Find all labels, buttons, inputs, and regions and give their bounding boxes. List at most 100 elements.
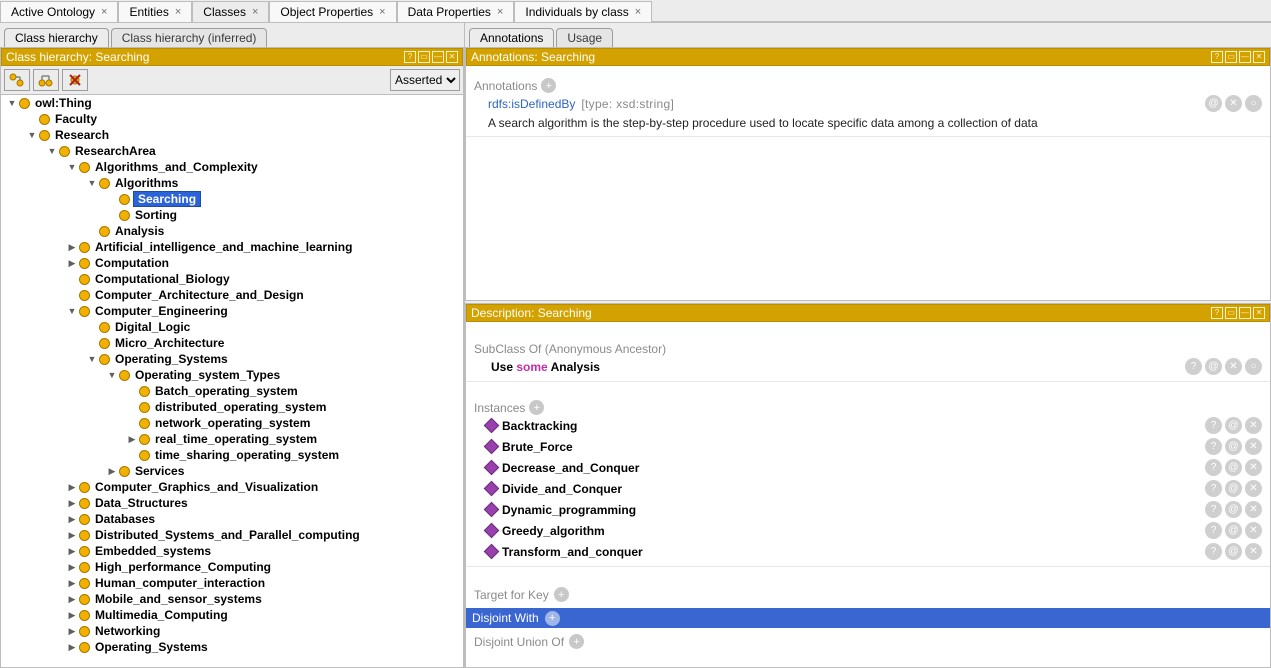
expand-arrow-icon[interactable]: ▼ <box>87 354 97 364</box>
inst-q-button[interactable]: ? <box>1205 522 1222 539</box>
add-disjoint-union-button[interactable]: + <box>569 634 584 649</box>
tree-node-algorithms-and-complexity[interactable]: ▼Algorithms_and_Complexity <box>1 159 463 175</box>
inst-x-button[interactable]: ✕ <box>1245 459 1262 476</box>
desc-panel-btn-d[interactable]: ✕ <box>1253 307 1265 319</box>
annotation-row[interactable]: rdfs:isDefinedBy [type: xsd:string] @ ✕ … <box>474 93 1262 114</box>
instance-transform_and_conquer[interactable]: Transform_and_conquer?@✕ <box>474 541 1262 562</box>
expand-arrow-icon[interactable]: ▶ <box>67 594 77 604</box>
tree-node-embedded-systems[interactable]: ▶Embedded_systems <box>1 543 463 559</box>
editor-tab-data-properties[interactable]: Data Properties× <box>397 1 515 22</box>
tree-node-services[interactable]: ▶Services <box>1 463 463 479</box>
desc-panel-btn-a[interactable]: ? <box>1211 307 1223 319</box>
inst-at-button[interactable]: @ <box>1225 417 1242 434</box>
tree-node-computational-biology[interactable]: Computational_Biology <box>1 271 463 287</box>
ann-o-button[interactable]: ○ <box>1245 95 1262 112</box>
tree-node-networking[interactable]: ▶Networking <box>1 623 463 639</box>
ann-panel-btn-b[interactable]: ▭ <box>1225 51 1237 63</box>
inst-at-button[interactable]: @ <box>1225 501 1242 518</box>
tree-node-artificial-intelligence-and-machine-learning[interactable]: ▶Artificial_intelligence_and_machine_lea… <box>1 239 463 255</box>
expr-o-button[interactable]: ○ <box>1245 358 1262 375</box>
expand-arrow-icon[interactable]: ▶ <box>67 546 77 556</box>
tree-node-high-performance-computing[interactable]: ▶High_performance_Computing <box>1 559 463 575</box>
expand-arrow-icon[interactable]: ▼ <box>67 162 77 172</box>
subtab-class-hierarchy[interactable]: Class hierarchy <box>4 28 109 47</box>
tree-node-faculty[interactable]: Faculty <box>1 111 463 127</box>
instance-greedy_algorithm[interactable]: Greedy_algorithm?@✕ <box>474 520 1262 541</box>
tree-node-databases[interactable]: ▶Databases <box>1 511 463 527</box>
add-annotation-button[interactable]: + <box>541 78 556 93</box>
expand-arrow-icon[interactable]: ▶ <box>67 498 77 508</box>
panel-button-b[interactable]: ▭ <box>418 51 430 63</box>
tree-node-algorithms[interactable]: ▼Algorithms <box>1 175 463 191</box>
expand-arrow-icon[interactable]: ▼ <box>107 370 117 380</box>
expand-arrow-icon[interactable]: ▶ <box>67 562 77 572</box>
instance-brute_force[interactable]: Brute_Force?@✕ <box>474 436 1262 457</box>
desc-panel-btn-c[interactable]: — <box>1239 307 1251 319</box>
subtab-usage[interactable]: Usage <box>556 28 613 47</box>
inst-at-button[interactable]: @ <box>1225 522 1242 539</box>
inst-at-button[interactable]: @ <box>1225 480 1242 497</box>
tree-node-computer-architecture-and-design[interactable]: Computer_Architecture_and_Design <box>1 287 463 303</box>
tree-node-researcharea[interactable]: ▼ResearchArea <box>1 143 463 159</box>
close-icon[interactable]: × <box>175 6 181 18</box>
close-icon[interactable]: × <box>635 6 641 18</box>
tree-node-mobile-and-sensor-systems[interactable]: ▶Mobile_and_sensor_systems <box>1 591 463 607</box>
tree-node-analysis[interactable]: Analysis <box>1 223 463 239</box>
inst-x-button[interactable]: ✕ <box>1245 543 1262 560</box>
close-icon[interactable]: × <box>101 6 107 18</box>
disjoint-with-header[interactable]: Disjoint With + <box>466 608 1270 628</box>
expand-arrow-icon[interactable]: ▶ <box>107 466 117 476</box>
tree-node-distributed-operating-system[interactable]: distributed_operating_system <box>1 399 463 415</box>
expr-q-button[interactable]: ? <box>1185 358 1202 375</box>
ann-at-button[interactable]: @ <box>1205 95 1222 112</box>
tree-node-research[interactable]: ▼Research <box>1 127 463 143</box>
inst-q-button[interactable]: ? <box>1205 438 1222 455</box>
ann-panel-btn-a[interactable]: ? <box>1211 51 1223 63</box>
ann-delete-button[interactable]: ✕ <box>1225 95 1242 112</box>
tree-node-operating-system-types[interactable]: ▼Operating_system_Types <box>1 367 463 383</box>
instance-decrease_and_conquer[interactable]: Decrease_and_Conquer?@✕ <box>474 457 1262 478</box>
add-instance-button[interactable]: + <box>529 400 544 415</box>
inst-x-button[interactable]: ✕ <box>1245 438 1262 455</box>
inst-x-button[interactable]: ✕ <box>1245 417 1262 434</box>
expand-arrow-icon[interactable]: ▶ <box>67 482 77 492</box>
class-tree[interactable]: ▼owl:ThingFaculty▼Research▼ResearchArea▼… <box>1 95 463 667</box>
add-disjoint-button[interactable]: + <box>545 611 560 626</box>
tree-node-computer-graphics-and-visualization[interactable]: ▶Computer_Graphics_and_Visualization <box>1 479 463 495</box>
add-child-class-button[interactable] <box>33 69 59 91</box>
add-sibling-class-button[interactable] <box>4 69 30 91</box>
add-target-key-button[interactable]: + <box>554 587 569 602</box>
expand-arrow-icon[interactable]: ▶ <box>67 578 77 588</box>
expand-arrow-icon[interactable]: ▶ <box>67 258 77 268</box>
tree-node-computation[interactable]: ▶Computation <box>1 255 463 271</box>
panel-button-c[interactable]: — <box>432 51 444 63</box>
editor-tab-object-properties[interactable]: Object Properties× <box>269 1 396 22</box>
close-icon[interactable]: × <box>252 6 258 18</box>
instance-backtracking[interactable]: Backtracking?@✕ <box>474 415 1262 436</box>
inst-at-button[interactable]: @ <box>1225 459 1242 476</box>
instance-dynamic_programming[interactable]: Dynamic_programming?@✕ <box>474 499 1262 520</box>
tree-node-distributed-systems-and-parallel-computing[interactable]: ▶Distributed_Systems_and_Parallel_comput… <box>1 527 463 543</box>
inst-q-button[interactable]: ? <box>1205 480 1222 497</box>
expand-arrow-icon[interactable]: ▼ <box>47 146 57 156</box>
tree-node-multimedia-computing[interactable]: ▶Multimedia_Computing <box>1 607 463 623</box>
tree-node-owl-thing[interactable]: ▼owl:Thing <box>1 95 463 111</box>
tree-node-operating-systems[interactable]: ▶Operating_Systems <box>1 639 463 655</box>
inst-x-button[interactable]: ✕ <box>1245 501 1262 518</box>
subtab-annotations[interactable]: Annotations <box>469 28 554 47</box>
hierarchy-mode-select[interactable]: AssertedInferred <box>390 69 460 91</box>
close-icon[interactable]: × <box>497 6 503 18</box>
inst-at-button[interactable]: @ <box>1225 543 1242 560</box>
expr-at-button[interactable]: @ <box>1205 358 1222 375</box>
editor-tab-individuals-by-class[interactable]: Individuals by class× <box>514 1 652 22</box>
tree-node-computer-engineering[interactable]: ▼Computer_Engineering <box>1 303 463 319</box>
tree-node-batch-operating-system[interactable]: Batch_operating_system <box>1 383 463 399</box>
desc-panel-btn-b[interactable]: ▭ <box>1225 307 1237 319</box>
tree-node-data-structures[interactable]: ▶Data_Structures <box>1 495 463 511</box>
expand-arrow-icon[interactable]: ▼ <box>67 306 77 316</box>
inst-at-button[interactable]: @ <box>1225 438 1242 455</box>
tree-node-micro-architecture[interactable]: Micro_Architecture <box>1 335 463 351</box>
inst-q-button[interactable]: ? <box>1205 417 1222 434</box>
ann-panel-btn-c[interactable]: — <box>1239 51 1251 63</box>
tree-node-searching[interactable]: Searching <box>1 191 463 207</box>
